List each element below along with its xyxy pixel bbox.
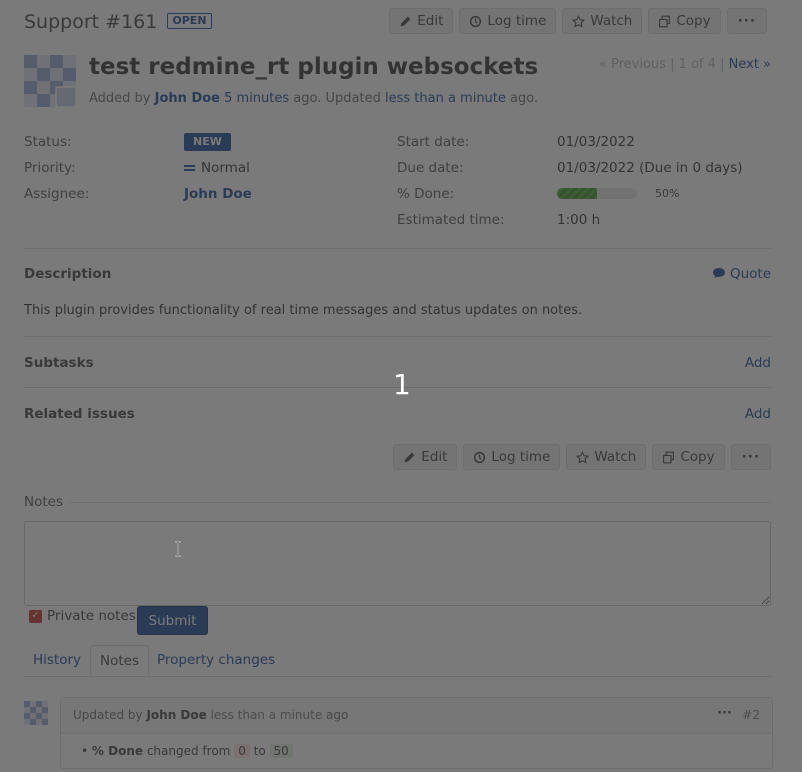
issue-toolbar: Edit Log time Watch Copy ··· xyxy=(389,8,767,34)
more-actions-button-bottom[interactable]: ··· xyxy=(730,444,771,470)
new-value: 50 xyxy=(269,744,293,758)
done-percent: 50% xyxy=(655,186,680,200)
journal-number-link[interactable]: #2 xyxy=(742,708,760,722)
pencil-icon xyxy=(400,16,411,26)
page-title: Support #161 OPEN xyxy=(24,8,212,36)
issue-subject: test redmine_rt plugin websockets xyxy=(89,54,539,80)
watch-button-bottom[interactable]: Watch xyxy=(566,444,647,470)
status-label: Status: xyxy=(24,134,72,150)
notes-textarea[interactable] xyxy=(24,521,771,606)
priority-label: Priority: xyxy=(24,160,76,176)
pencil-icon xyxy=(404,452,415,462)
assignee-link[interactable]: John Doe xyxy=(184,186,252,202)
more-actions-button[interactable]: ··· xyxy=(726,8,767,34)
progress-fill xyxy=(557,187,597,199)
journal-avatar xyxy=(24,701,48,725)
log-time-button[interactable]: Log time xyxy=(459,8,557,34)
journal-entry: Updated by John Doe less than a minute a… xyxy=(60,697,773,769)
journal-time-link[interactable]: less than a minute xyxy=(211,708,323,722)
copy-icon xyxy=(659,15,671,27)
tracker-title: Support #161 xyxy=(24,11,158,33)
priority-icon xyxy=(184,165,195,171)
priority-field: Normal xyxy=(184,160,250,176)
previous-link: « Previous xyxy=(598,57,666,72)
journal-meta: Updated by John Doe less than a minute a… xyxy=(73,708,349,722)
copy-icon xyxy=(663,451,675,463)
assignee-label: Assignee: xyxy=(24,186,90,202)
next-link[interactable]: Next » xyxy=(729,57,771,72)
quote-button[interactable]: Quote xyxy=(712,266,771,282)
issue-pagination: « Previous | 1 of 4 | Next » xyxy=(598,57,771,72)
copy-button[interactable]: Copy xyxy=(648,8,721,34)
journal-actions-button[interactable]: ··· xyxy=(717,706,732,721)
star-icon xyxy=(572,14,586,28)
divider xyxy=(24,248,771,249)
description-text: This plugin provides functionality of re… xyxy=(24,303,583,318)
tab-property-changes[interactable]: Property changes xyxy=(148,645,284,675)
old-value: 0 xyxy=(234,744,250,758)
add-related-link[interactable]: Add xyxy=(745,406,771,422)
author-avatar xyxy=(24,55,76,107)
journal-author-link[interactable]: John Doe xyxy=(146,708,206,722)
due-date-label: Due date: xyxy=(397,160,464,176)
star-icon xyxy=(576,450,590,464)
speech-bubble-icon xyxy=(712,268,725,278)
bottom-toolbar: Edit Log time Watch Copy ··· xyxy=(393,444,771,470)
scrollbar[interactable] xyxy=(794,100,802,772)
copy-button-bottom[interactable]: Copy xyxy=(652,444,725,470)
issue-header: Support #161 OPEN Edit Log time Watch Co… xyxy=(24,8,784,38)
overlay-counter: 1 xyxy=(393,368,411,401)
private-notes-checkbox[interactable]: ✓ Private notes xyxy=(29,608,136,624)
pagination-position: 1 of 4 xyxy=(678,57,716,72)
divider xyxy=(24,336,771,337)
issue-authorship: Added by John Doe 5 minutes ago. Updated… xyxy=(89,91,539,106)
related-issues-title: Related issues xyxy=(24,406,135,422)
log-time-button-bottom[interactable]: Log time xyxy=(463,444,561,470)
status-value: NEW xyxy=(184,133,231,151)
issue-page: Support #161 OPEN Edit Log time Watch Co… xyxy=(0,0,802,772)
author-link[interactable]: John Doe xyxy=(155,91,220,106)
priority-value: Normal xyxy=(201,160,250,176)
estimated-value: 1:00 h xyxy=(557,212,601,228)
created-link[interactable]: 5 minutes xyxy=(224,91,289,106)
clock-icon xyxy=(474,451,486,463)
status-badge: OPEN xyxy=(167,12,212,29)
edit-button[interactable]: Edit xyxy=(389,8,454,34)
journal-detail: • % Done changed from 0 to 50 xyxy=(81,744,293,758)
start-date-value: 01/03/2022 xyxy=(557,134,635,150)
notes-legend: Notes xyxy=(24,494,63,510)
tab-history[interactable]: History xyxy=(24,645,90,675)
history-tabs: History Notes Property changes xyxy=(24,645,771,677)
clock-icon xyxy=(470,15,482,27)
checkmark-icon: ✓ xyxy=(29,609,42,623)
submit-button[interactable]: Submit xyxy=(137,606,208,635)
add-subtask-link[interactable]: Add xyxy=(745,355,771,371)
estimated-label: Estimated time: xyxy=(397,212,505,228)
description-title: Description xyxy=(24,266,112,282)
progress-bar xyxy=(557,187,637,199)
done-progress: 50% xyxy=(557,185,679,201)
tab-notes[interactable]: Notes xyxy=(90,645,149,676)
updated-link[interactable]: less than a minute xyxy=(385,91,506,106)
start-date-label: Start date: xyxy=(397,134,470,150)
journal-header: Updated by John Doe less than a minute a… xyxy=(61,698,772,734)
done-label: % Done: xyxy=(397,186,455,202)
notes-fieldset-line xyxy=(70,502,770,503)
subtasks-title: Subtasks xyxy=(24,355,94,371)
text-cursor-icon xyxy=(175,541,181,557)
due-date-value: 01/03/2022 (Due in 0 days) xyxy=(557,160,743,176)
watch-button[interactable]: Watch xyxy=(562,8,643,34)
edit-button-bottom[interactable]: Edit xyxy=(393,444,458,470)
